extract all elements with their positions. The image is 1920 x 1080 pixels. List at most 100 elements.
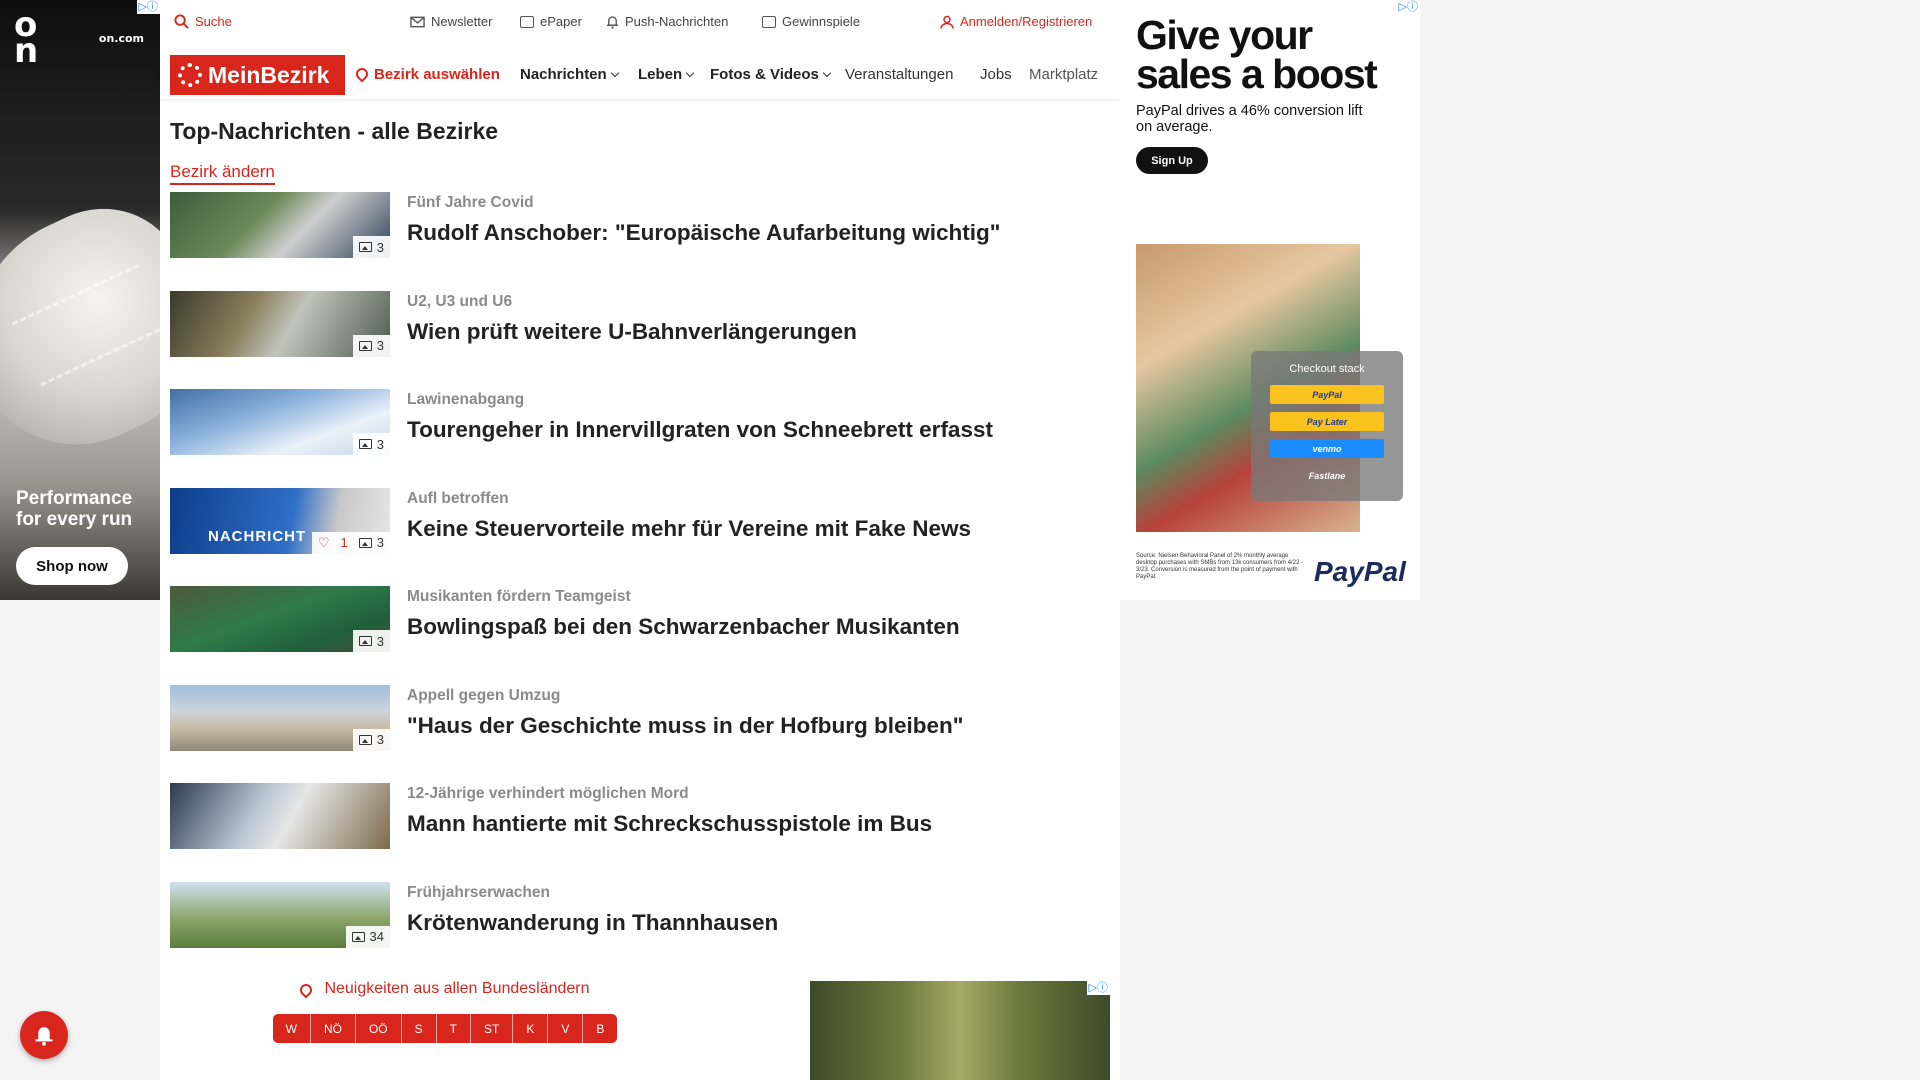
- region-button-s[interactable]: S: [401, 1014, 437, 1043]
- image-count-badge: 3: [352, 334, 390, 357]
- article-list: 3 Fünf Jahre Covid Rudolf Anschober: "Eu…: [170, 192, 1110, 980]
- left-ad-banner[interactable]: ▷ⓘ on on.com Performance for every run S…: [0, 0, 160, 600]
- article-item[interactable]: 3 Lawinenabgang Tourengeher in Innervill…: [170, 389, 1110, 488]
- image-count-badge: ♡ 1 3: [311, 531, 390, 554]
- epaper-link[interactable]: ePaper: [520, 14, 582, 29]
- like-count: 1: [340, 535, 348, 550]
- region-button-b[interactable]: B: [583, 1014, 618, 1043]
- article-thumbnail[interactable]: [170, 783, 390, 849]
- article-thumbnail[interactable]: NACHRICHT ♡ 1 3: [170, 487, 390, 554]
- search-label: Suche: [195, 14, 232, 29]
- article-headline[interactable]: Keine Steuervorteile mehr für Vereine mi…: [407, 516, 971, 542]
- article-item[interactable]: 12-Jährige verhindert möglichen Mord Man…: [170, 783, 1110, 882]
- article-headline[interactable]: Tourengeher in Innervillgraten von Schne…: [407, 417, 993, 443]
- nav-item-leben[interactable]: Leben: [638, 66, 695, 83]
- article-thumbnail[interactable]: 3: [170, 389, 390, 455]
- sun-logo-icon: [178, 63, 202, 87]
- push-notifications-link[interactable]: Push-Nachrichten: [606, 14, 728, 29]
- epaper-label: ePaper: [540, 14, 582, 29]
- regions-section: Neuigkeiten aus allen Bundesländern W NÖ…: [272, 980, 618, 1043]
- image-count: 3: [376, 535, 384, 550]
- nav-item-nachrichten[interactable]: Nachrichten: [520, 66, 619, 83]
- region-button-v[interactable]: V: [548, 1014, 584, 1043]
- article-headline[interactable]: Mann hantierte mit Schreckschusspistole …: [407, 811, 932, 837]
- nav-label: Fotos & Videos: [710, 66, 819, 83]
- article-headline[interactable]: "Haus der Geschichte muss in der Hofburg…: [407, 713, 963, 739]
- login-label: Anmelden/Registrieren: [960, 14, 1093, 29]
- image-count: 3: [376, 633, 384, 649]
- image-icon: [351, 931, 365, 942]
- image-icon: [358, 340, 372, 351]
- region-button-k[interactable]: K: [513, 1014, 549, 1043]
- regions-title[interactable]: Neuigkeiten aus allen Bundesländern: [280, 980, 610, 999]
- image-icon: [358, 636, 372, 646]
- article-item[interactable]: 3 U2, U3 und U6 Wien prüft weitere U-Bah…: [170, 290, 1110, 390]
- chevron-down-icon: [610, 68, 619, 78]
- checkout-stack-card: Checkout stack PayPal Pay Later venmo Fa…: [1251, 351, 1403, 501]
- article-item[interactable]: 3 Fünf Jahre Covid Rudolf Anschober: "Eu…: [170, 192, 1110, 291]
- ad-tagline: Performance for every run: [16, 488, 133, 530]
- gewinnspiele-link[interactable]: Gewinnspiele: [762, 14, 860, 29]
- image-count-badge: 3: [352, 236, 390, 258]
- nav-label: Leben: [638, 66, 683, 83]
- article-thumbnail[interactable]: 3: [170, 192, 390, 258]
- image-count: 3: [376, 436, 384, 452]
- adchoices-icon[interactable]: ▷ⓘ: [1086, 981, 1110, 995]
- article-item[interactable]: 3 Musikanten fördern Teamgeist Bowlingsp…: [170, 586, 1110, 685]
- adchoices-icon[interactable]: ▷ⓘ: [136, 0, 160, 14]
- region-button-w[interactable]: W: [272, 1014, 311, 1043]
- article-item[interactable]: 34 Frühjahrserwachen Krötenwanderung in …: [170, 881, 1110, 981]
- chevron-down-icon: [822, 68, 832, 78]
- venmo-option: venmo: [1270, 439, 1384, 458]
- region-button-group: W NÖ OÖ S T ST K V B: [272, 1014, 618, 1043]
- nav-item-veranstaltungen[interactable]: Veranstaltungen: [845, 66, 953, 83]
- login-link[interactable]: Anmelden/Registrieren: [940, 14, 1092, 29]
- image-count: 3: [376, 732, 384, 747]
- image-count: 3: [376, 338, 384, 353]
- article-item[interactable]: NACHRICHT ♡ 1 3 Aufl betroffen Keine Steue…: [170, 487, 1110, 587]
- region-button-ooe[interactable]: OÖ: [355, 1014, 402, 1043]
- right-ad-banner[interactable]: ▷ⓘ Give your sales a boost PayPal drives…: [1120, 0, 1420, 600]
- regions-title-label: Neuigkeiten aus allen Bundesländern: [324, 980, 590, 997]
- article-headline[interactable]: Wien prüft weitere U-Bahnverlängerungen: [407, 319, 857, 345]
- region-button-t[interactable]: T: [436, 1014, 471, 1043]
- article-thumbnail[interactable]: 3: [170, 684, 390, 751]
- adchoices-icon[interactable]: ▷ⓘ: [1396, 0, 1420, 14]
- ad-subtext: PayPal drives a 46% conversion lift on a…: [1136, 103, 1363, 135]
- page-title: Top-Nachrichten - alle Bezirke: [170, 118, 499, 144]
- article-kicker: 12-Jährige verhindert möglichen Mord: [407, 785, 689, 802]
- article-headline[interactable]: Rudolf Anschober: "Europäische Aufarbeit…: [407, 220, 1000, 246]
- article-thumbnail[interactable]: 34: [170, 881, 390, 948]
- image-count: 34: [369, 929, 384, 944]
- newsletter-link[interactable]: Newsletter: [410, 14, 492, 29]
- location-pin-icon: [297, 981, 315, 999]
- article-kicker: Appell gegen Umzug: [407, 686, 561, 704]
- shop-now-button[interactable]: Shop now: [16, 547, 128, 585]
- meinbezirk-logo[interactable]: MeinBezirk: [170, 55, 345, 95]
- user-icon: [940, 15, 954, 29]
- sign-up-button[interactable]: Sign Up: [1136, 147, 1208, 174]
- nav-item-jobs[interactable]: Jobs: [980, 66, 1012, 83]
- article-headline[interactable]: Krötenwanderung in Thannhausen: [407, 910, 778, 936]
- search-link[interactable]: Suche: [174, 14, 232, 29]
- article-thumbnail[interactable]: 3: [170, 586, 390, 652]
- notification-bell-button[interactable]: [20, 1011, 68, 1059]
- article-kicker: Frühjahrserwachen: [407, 883, 550, 901]
- newsletter-label: Newsletter: [431, 14, 493, 29]
- article-item[interactable]: 3 Appell gegen Umzug "Haus der Geschicht…: [170, 684, 1110, 784]
- bottom-ad-banner[interactable]: ▷ⓘ: [810, 981, 1110, 1080]
- nav-item-fotos-videos[interactable]: Fotos & Videos: [710, 66, 832, 83]
- image-icon: [358, 734, 372, 745]
- on-logo: on: [14, 5, 39, 71]
- nav-item-marktplatz[interactable]: Marktplatz: [1029, 66, 1120, 83]
- article-thumbnail[interactable]: 3: [170, 290, 390, 357]
- logo-text: MeinBezirk: [208, 61, 330, 88]
- region-button-noe[interactable]: NÖ: [310, 1014, 356, 1043]
- image-count-badge: 34: [345, 925, 390, 948]
- region-button-st[interactable]: ST: [470, 1014, 514, 1043]
- change-district-link[interactable]: Bezirk ändern: [170, 162, 275, 185]
- article-headline[interactable]: Bowlingspaß bei den Schwarzenbacher Musi…: [407, 614, 960, 640]
- select-district-button[interactable]: Bezirk auswählen: [353, 65, 500, 83]
- main-content: Suche Newsletter ePaper Push-Nachrichten…: [160, 0, 1120, 1080]
- mail-icon: [410, 16, 425, 27]
